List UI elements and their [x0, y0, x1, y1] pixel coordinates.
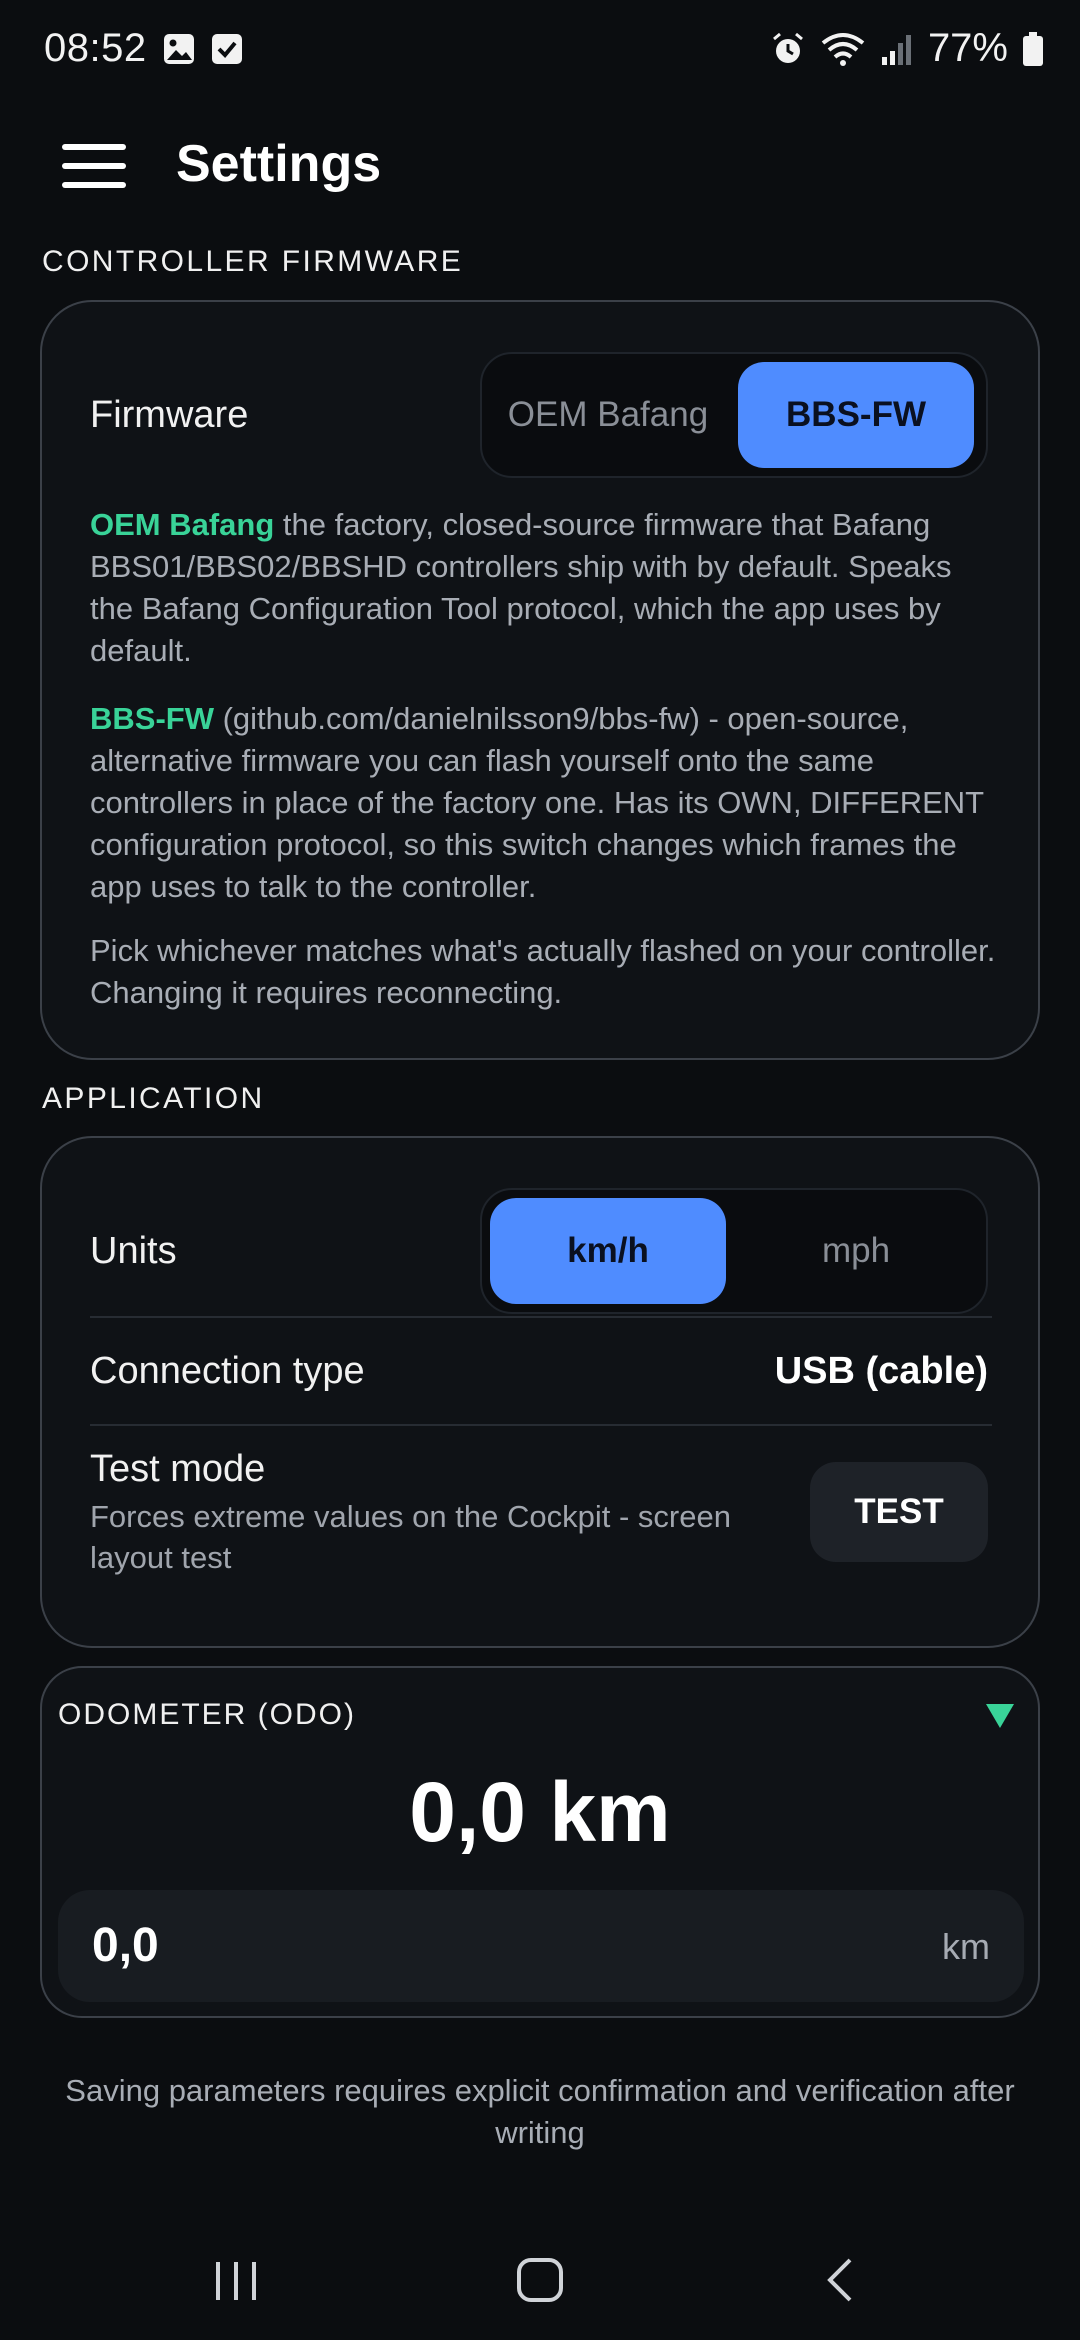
system-indicators: 77% [770, 26, 1044, 71]
signal-icon [881, 34, 911, 65]
page-title: Settings [176, 135, 382, 193]
recent-apps-icon[interactable] [196, 2248, 276, 2312]
check-icon [212, 34, 242, 64]
chevron-down-icon[interactable] [986, 1704, 1014, 1728]
firmware-segmented-control: OEM Bafang BBS-FW [480, 352, 988, 478]
hamburger-menu-icon[interactable] [56, 140, 130, 192]
home-icon[interactable] [500, 2248, 580, 2312]
divider [90, 1424, 992, 1426]
status-bar: 08:52 77% [0, 0, 1080, 100]
firmware-desc-pick: Pick whichever matches what's actually f… [90, 933, 996, 1010]
connection-type-value[interactable]: USB (cable) [775, 1350, 988, 1393]
firmware-desc-bbsfw: BBS-FW (github.com/danielnilsson9/bbs-fw… [90, 698, 998, 908]
section-label-controller-firmware: CONTROLLER FIRMWARE [42, 245, 464, 278]
odometer-input-unit: km [942, 1926, 990, 1967]
odometer-card: ODOMETER (ODO) 0,0 km 0,0 km [40, 1666, 1040, 2018]
back-icon[interactable] [802, 2248, 882, 2312]
units-option-kmh[interactable]: km/h [490, 1198, 726, 1304]
firmware-option-oem-bafang[interactable]: OEM Bafang [490, 362, 726, 468]
system-nav-bar [0, 2220, 1080, 2340]
desc-highlight-oem: OEM Bafang [90, 507, 275, 542]
desc-highlight-bbsfw: BBS-FW [90, 701, 214, 736]
odometer-input[interactable]: 0,0 km [58, 1890, 1024, 2002]
test-mode-description: Forces extreme values on the Cockpit - s… [90, 1499, 731, 1575]
application-card: Units km/h mph Connection type USB (cabl… [40, 1136, 1040, 1648]
units-segmented-control: km/h mph [480, 1188, 988, 1314]
test-mode-label: Test mode [90, 1448, 266, 1490]
firmware-desc-oem: OEM Bafang the factory, closed-source fi… [90, 504, 998, 672]
odometer-value: 0,0 km [409, 1765, 671, 1859]
notification-icons [162, 32, 244, 66]
divider [90, 1316, 992, 1318]
firmware-label: Firmware [90, 394, 249, 436]
test-button[interactable]: TEST [810, 1462, 988, 1562]
app-bar: Settings [0, 120, 1080, 212]
units-option-mph[interactable]: mph [738, 1198, 974, 1304]
odometer-title: ODOMETER (ODO) [58, 1698, 356, 1731]
battery-icon [1023, 31, 1043, 66]
alarm-icon [772, 32, 803, 63]
section-label-application: APPLICATION [42, 1082, 265, 1115]
battery-percent: 77% [927, 26, 1008, 70]
odometer-input-value: 0,0 [92, 1919, 159, 1972]
status-time: 08:52 [44, 26, 147, 70]
wifi-icon [821, 32, 865, 66]
save-note: Saving parameters requires explicit conf… [65, 2073, 1015, 2150]
gallery-icon [164, 34, 194, 64]
firmware-option-bbs-fw[interactable]: BBS-FW [738, 362, 974, 468]
firmware-card: Firmware OEM Bafang BBS-FW OEM Bafang th… [40, 300, 1040, 1060]
connection-type-label: Connection type [90, 1350, 365, 1392]
units-label: Units [90, 1230, 177, 1272]
desc-text-bbsfw: (github.com/danielnilsson9/bbs-fw) - ope… [90, 701, 984, 904]
